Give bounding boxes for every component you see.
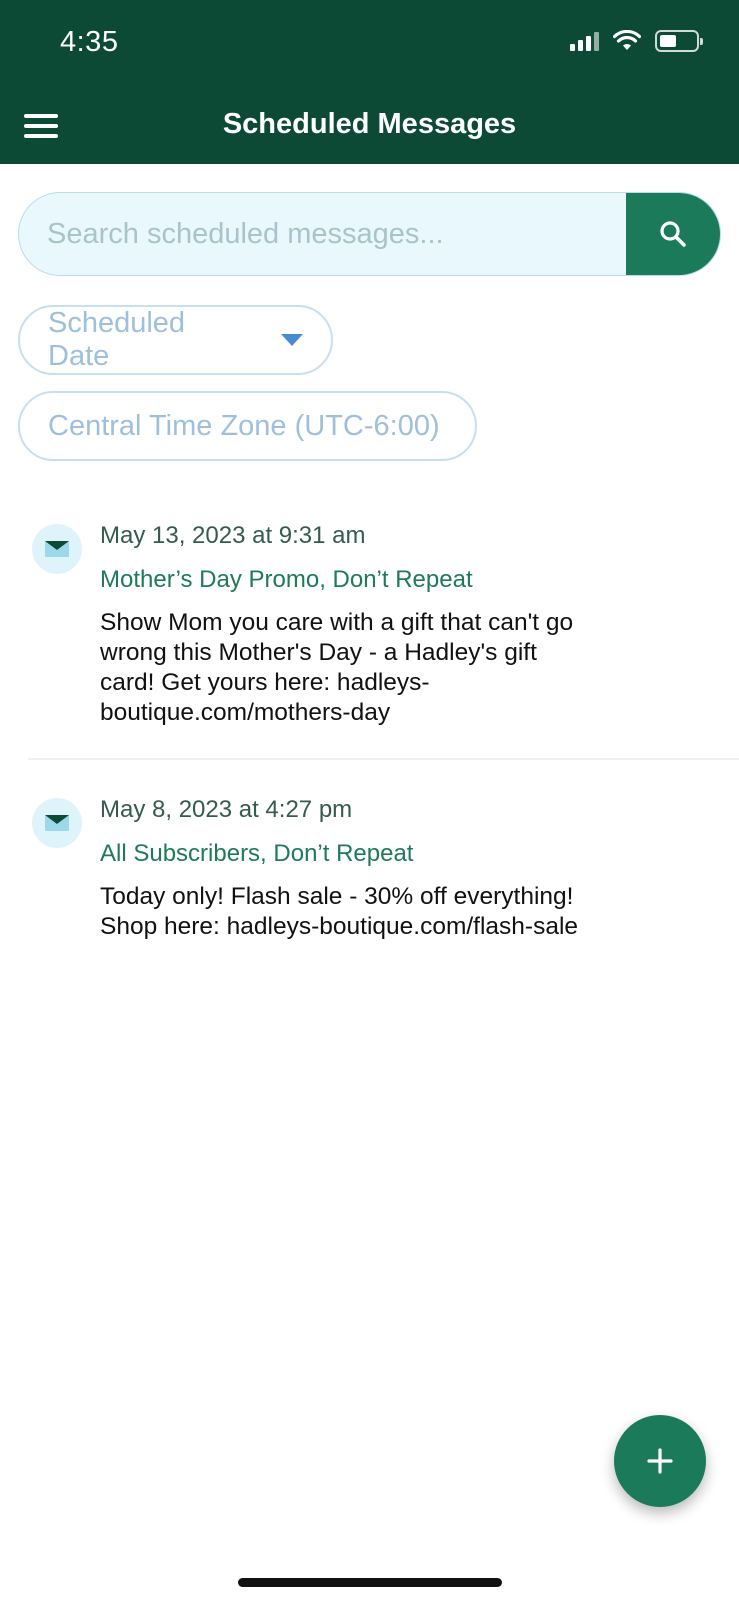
time-zone-label: Central Time Zone (UTC-6:00) — [48, 409, 440, 442]
sort-by-dropdown[interactable]: Scheduled Date — [18, 305, 333, 375]
search-input[interactable] — [19, 193, 629, 275]
message-body: Today only! Flash sale - 30% off everyth… — [100, 883, 579, 940]
battery-icon — [655, 30, 703, 52]
status-time: 4:35 — [60, 26, 119, 58]
search-icon — [660, 221, 686, 247]
add-message-button[interactable] — [614, 1415, 706, 1507]
message-body: Show Mom you care with a gift that can't… — [100, 609, 574, 726]
plus-icon — [647, 1448, 673, 1474]
page-title: Scheduled Messages — [222, 108, 517, 140]
wifi-icon — [613, 30, 641, 50]
home-indicator — [238, 1578, 502, 1587]
signal-icon — [570, 31, 599, 51]
divider — [28, 758, 739, 760]
search-button[interactable] — [626, 193, 720, 275]
app-bar: Scheduled Messages — [0, 88, 739, 164]
status-icons — [570, 30, 703, 52]
envelope-icon — [32, 798, 82, 848]
message-tags: All Subscribers, Don’t Repeat — [100, 840, 414, 867]
sort-by-label: Scheduled Date — [48, 307, 186, 372]
message-date: May 8, 2023 at 4:27 pm — [100, 796, 353, 823]
search-bar — [18, 192, 721, 276]
time-zone-chip[interactable]: Central Time Zone (UTC-6:00) — [18, 391, 477, 461]
message-date: May 13, 2023 at 9:31 am — [100, 522, 366, 549]
status-bar: 4:35 — [0, 0, 739, 88]
message-tags: Mother’s Day Promo, Don’t Repeat — [100, 566, 473, 593]
envelope-icon — [32, 524, 82, 574]
caret-down-icon — [281, 334, 303, 346]
